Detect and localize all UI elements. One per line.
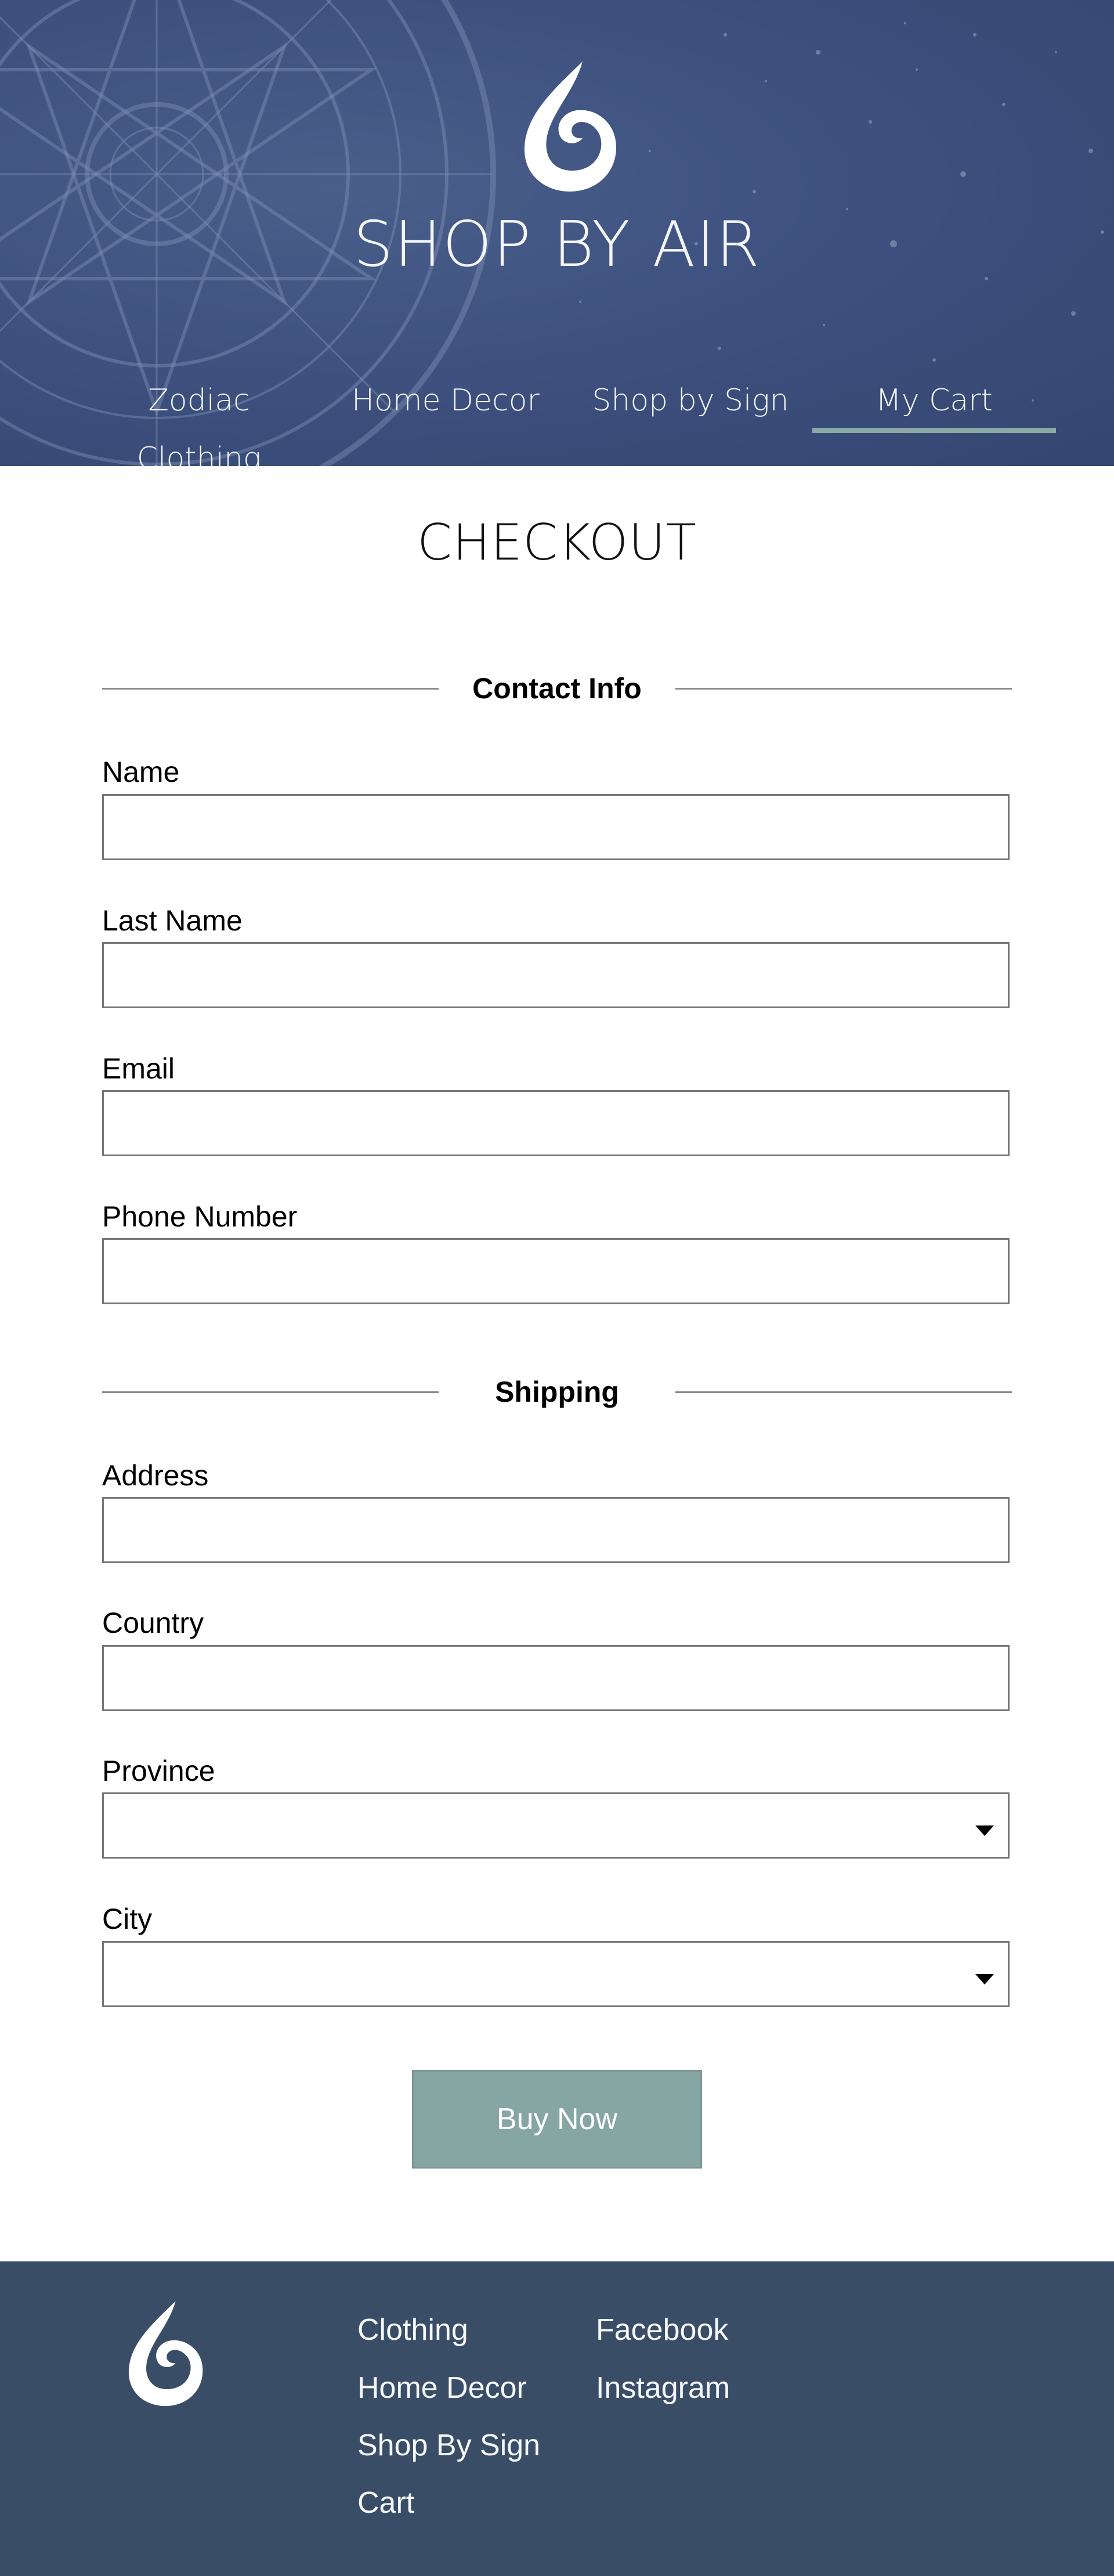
nav-item-my-cart[interactable]: My Cart bbox=[812, 371, 1056, 433]
main-nav: Zodiac Clothing Home Decor Shop by Sign … bbox=[0, 371, 1114, 466]
province-label: Province bbox=[102, 1755, 215, 1787]
footer-link-shop-by-sign[interactable]: Shop By Sign bbox=[357, 2428, 540, 2463]
address-field-box bbox=[102, 1497, 1010, 1563]
nav-item-zodiac-clothing[interactable]: Zodiac Clothing bbox=[86, 371, 312, 466]
footer-link-facebook[interactable]: Facebook bbox=[596, 2312, 728, 2347]
divider-right bbox=[675, 688, 1012, 690]
phone-number-field-box bbox=[102, 1238, 1010, 1304]
name-label: Name bbox=[102, 756, 180, 788]
address-label: Address bbox=[102, 1459, 209, 1492]
email-label: Email bbox=[102, 1052, 175, 1085]
address-input[interactable] bbox=[104, 1499, 1008, 1561]
air-swirl-logo-icon[interactable] bbox=[514, 57, 624, 195]
city-label: City bbox=[102, 1903, 153, 1935]
country-label: Country bbox=[102, 1607, 204, 1639]
brand-title[interactable]: SHOP BY AIR bbox=[0, 214, 1114, 276]
footer-link-clothing[interactable]: Clothing bbox=[357, 2312, 468, 2347]
nav-item-home-decor[interactable]: Home Decor bbox=[341, 371, 550, 430]
air-swirl-logo-icon[interactable] bbox=[120, 2297, 210, 2409]
site-footer: Clothing Home Decor Shop By Sign Cart Fa… bbox=[0, 2261, 1114, 2576]
last-name-field-box bbox=[102, 942, 1010, 1008]
contact-info-heading: Contact Info bbox=[102, 671, 1012, 706]
shipping-heading: Shipping bbox=[102, 1374, 1012, 1409]
phone-number-input[interactable] bbox=[104, 1240, 1008, 1303]
nav-item-shop-by-sign[interactable]: Shop by Sign bbox=[586, 371, 795, 430]
name-field-box bbox=[102, 794, 1010, 860]
last-name-input[interactable] bbox=[104, 944, 1008, 1006]
buy-now-button[interactable]: Buy Now bbox=[412, 2070, 702, 2169]
province-select[interactable] bbox=[102, 1792, 1010, 1859]
country-input[interactable] bbox=[104, 1647, 1008, 1709]
site-header: SHOP BY AIR Zodiac Clothing Home Decor S… bbox=[0, 0, 1114, 466]
last-name-label: Last Name bbox=[102, 904, 243, 937]
divider-right bbox=[675, 1391, 1012, 1393]
footer-link-cart[interactable]: Cart bbox=[357, 2485, 414, 2520]
caret-down-icon bbox=[975, 1974, 994, 1985]
page-title: CHECKOUT bbox=[417, 514, 697, 572]
phone-number-label: Phone Number bbox=[102, 1200, 298, 1233]
footer-link-instagram[interactable]: Instagram bbox=[596, 2371, 730, 2405]
email-input[interactable] bbox=[104, 1092, 1008, 1154]
country-field-box bbox=[102, 1645, 1010, 1711]
caret-down-icon bbox=[975, 1825, 994, 1836]
email-field-box bbox=[102, 1090, 1010, 1156]
name-input[interactable] bbox=[104, 796, 1008, 858]
city-select[interactable] bbox=[102, 1941, 1010, 2007]
footer-link-home-decor[interactable]: Home Decor bbox=[357, 2371, 527, 2405]
